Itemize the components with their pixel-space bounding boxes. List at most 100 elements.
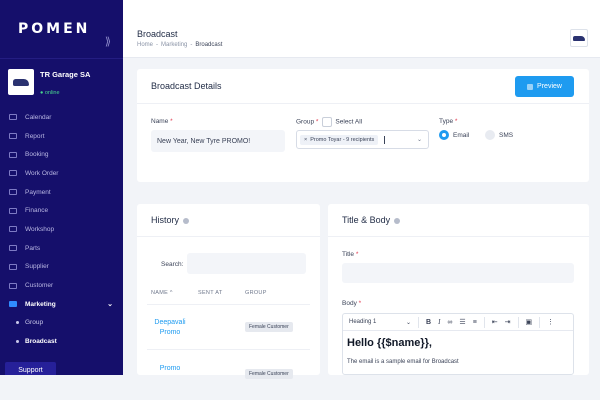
- sidebar-item-label: Booking: [25, 151, 49, 159]
- bullet-list-icon[interactable]: ☰: [459, 318, 465, 326]
- sidebar-item-label: Finance: [25, 207, 49, 215]
- megaphone-icon: [9, 301, 17, 308]
- bold-button[interactable]: B: [426, 319, 431, 326]
- more-options-icon[interactable]: ⋮: [547, 318, 554, 326]
- breadcrumb: Home - Marketing - Broadcast: [137, 42, 222, 48]
- breadcrumb-marketing[interactable]: Marketing: [161, 42, 187, 48]
- finance-icon: [9, 207, 17, 214]
- editor-heading: Hello {{$name}},: [347, 337, 432, 349]
- sidebar-item-workshop[interactable]: Workshop: [0, 220, 123, 239]
- sidebar-item-supplier[interactable]: Supplier: [0, 258, 123, 277]
- sidebar-item-payment[interactable]: Payment: [0, 183, 123, 202]
- sidebar-item-calendar[interactable]: Calendar: [0, 108, 123, 127]
- sidebar-item-label: Calendar: [25, 113, 52, 121]
- breadcrumb-separator: -: [156, 42, 159, 48]
- select-all-label: Select All: [335, 118, 363, 126]
- car-icon: [573, 35, 585, 41]
- row-divider: [147, 349, 310, 350]
- chip-remove-icon[interactable]: ×: [304, 137, 307, 143]
- numbered-list-icon[interactable]: ≡: [473, 319, 477, 326]
- chart-icon: [9, 133, 17, 140]
- history-title: History: [151, 215, 190, 225]
- column-header-label: NAME: [151, 290, 169, 296]
- chevron-down-icon: ⌄: [107, 301, 113, 309]
- group-select[interactable]: × Promo Toyar - 9 recipients ⌄: [296, 130, 429, 149]
- info-icon[interactable]: [183, 217, 190, 224]
- type-label: Type *: [439, 118, 457, 125]
- truck-icon: [9, 263, 17, 270]
- required-mark: *: [355, 251, 359, 258]
- wrench-icon: [9, 245, 17, 252]
- sidebar-subitem-label: Broadcast: [25, 338, 57, 346]
- sort-icon: ^: [169, 290, 173, 296]
- title-input[interactable]: [342, 263, 574, 283]
- search-input[interactable]: [187, 253, 306, 274]
- divider: [137, 236, 320, 237]
- support-button[interactable]: Support: [5, 362, 56, 375]
- rich-text-editor[interactable]: Heading 1 ⌄ B I ∞ ☰ ≡ ⇤ ⇥ ▣ ⋮ Hello {{$na…: [342, 313, 574, 375]
- info-icon[interactable]: [394, 217, 401, 224]
- sidebar-item-marketing[interactable]: Marketing ⌄: [0, 295, 123, 314]
- chevron-down-icon: ⌄: [405, 319, 411, 326]
- bullet-icon: [16, 321, 19, 325]
- indent-icon[interactable]: ⇥: [505, 318, 511, 326]
- sidebar-subitem-broadcast[interactable]: Broadcast: [0, 332, 123, 351]
- sidebar: POMEN ⟫ TR Garage SA ● online Calendar R…: [0, 0, 123, 375]
- group-chip-label: Promo Toyar - 9 recipients: [310, 136, 375, 143]
- name-input[interactable]: New Year, New Tyre PROMO!: [151, 130, 285, 152]
- text-cursor: [384, 135, 386, 144]
- required-mark: *: [170, 118, 173, 125]
- row-divider: [147, 304, 310, 305]
- type-radio-sms[interactable]: SMS: [485, 130, 513, 140]
- sidebar-item-label: Workshop: [25, 225, 55, 233]
- sidebar-item-finance[interactable]: Finance: [0, 201, 123, 220]
- format-select[interactable]: Heading 1 ⌄: [349, 319, 411, 326]
- workshop-icon: [9, 226, 17, 233]
- column-header-group[interactable]: GROUP: [245, 290, 267, 296]
- history-item-name[interactable]: Deepavali Promo: [151, 318, 189, 338]
- type-radio-email[interactable]: Email: [439, 130, 469, 140]
- user-icon: [9, 282, 17, 289]
- user-avatar[interactable]: [570, 29, 588, 47]
- sidebar-item-label: Parts: [25, 244, 41, 252]
- image-icon[interactable]: ▣: [526, 318, 533, 326]
- chevron-down-icon: ⌄: [416, 137, 422, 143]
- preview-label: Preview: [537, 83, 562, 90]
- group-label-text: Group: [296, 118, 315, 126]
- sidebar-item-report[interactable]: Report: [0, 127, 123, 146]
- radio-checked-icon: [439, 130, 449, 140]
- page-header: Broadcast Home - Marketing - Broadcast: [123, 0, 600, 58]
- sidebar-item-customer[interactable]: Customer: [0, 276, 123, 295]
- history-title-text: History: [151, 215, 180, 225]
- link-icon[interactable]: ∞: [447, 319, 452, 326]
- column-header-sent-at[interactable]: SENT AT: [198, 290, 223, 296]
- format-select-value: Heading 1: [349, 318, 377, 325]
- sidebar-item-parts[interactable]: Parts: [0, 239, 123, 258]
- collapse-sidebar-icon[interactable]: ⟫: [105, 35, 111, 48]
- preview-button[interactable]: Preview: [515, 76, 574, 97]
- type-label-text: Type: [439, 118, 454, 125]
- outdent-icon[interactable]: ⇤: [492, 318, 498, 326]
- broadcast-details-title: Broadcast Details: [151, 81, 222, 91]
- editor-toolbar: Heading 1 ⌄ B I ∞ ☰ ≡ ⇤ ⇥ ▣ ⋮: [343, 314, 573, 331]
- sidebar-subitem-group[interactable]: Group: [0, 314, 123, 333]
- editor-paragraph: The email is a sample email for Broadcas…: [347, 359, 459, 365]
- brand-logo[interactable]: POMEN: [18, 21, 90, 37]
- group-badge: Female Customer: [245, 369, 293, 379]
- group-chip: × Promo Toyar - 9 recipients: [300, 134, 379, 145]
- select-all-checkbox[interactable]: [322, 117, 333, 127]
- name-label-text: Name: [151, 118, 169, 125]
- sidebar-item-label: Supplier: [25, 263, 49, 271]
- sidebar-item-booking[interactable]: Booking: [0, 145, 123, 164]
- garage-profile[interactable]: TR Garage SA ● online: [0, 58, 123, 102]
- column-header-name[interactable]: NAME ^: [151, 290, 173, 296]
- history-item-name[interactable]: Promo: [151, 364, 189, 374]
- breadcrumb-home[interactable]: Home: [137, 42, 153, 48]
- title-label-text: Title: [342, 251, 355, 258]
- page-title: Broadcast: [137, 29, 178, 39]
- wallet-icon: [9, 189, 17, 196]
- sidebar-item-work-order[interactable]: Work Order: [0, 164, 123, 183]
- garage-name: TR Garage SA: [40, 70, 91, 79]
- italic-button[interactable]: I: [438, 318, 440, 326]
- title-body-title: Title & Body: [342, 215, 401, 225]
